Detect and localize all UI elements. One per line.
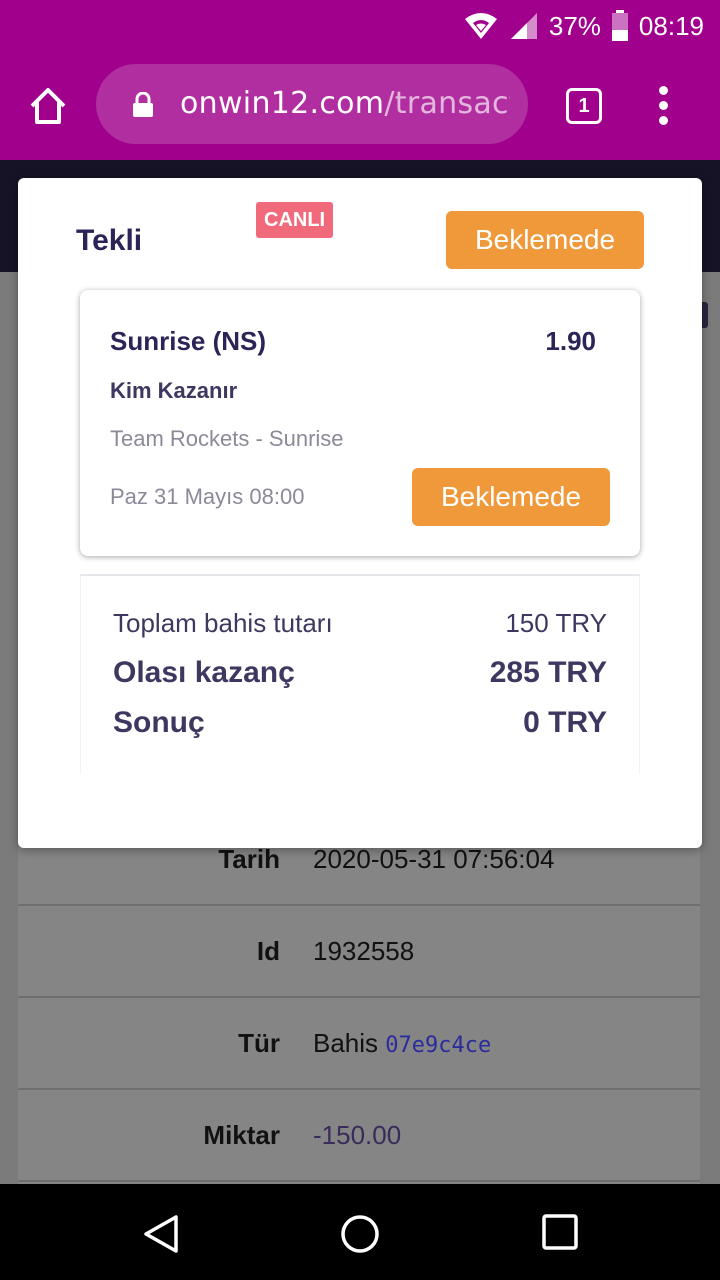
browser-toolbar: onwin12.com/transacti 1 (0, 52, 720, 160)
status-bar: 37% 08:19 (0, 0, 720, 52)
detail-label: Id (256, 936, 280, 966)
modal-title: Tekli (76, 224, 143, 257)
bet-match: Team Rockets - Sunrise (110, 426, 344, 451)
bet-summary: Toplam bahis tutarı 150 TRY Olası kazanç… (80, 574, 640, 774)
clock: 08:19 (638, 10, 704, 41)
potential-label: Olası kazanç (113, 656, 295, 689)
bet-hash-link[interactable]: 07e9c4ce (385, 1033, 491, 1058)
selection-status-button[interactable]: Beklemede (412, 468, 610, 526)
summary-row-result: Sonuç 0 TRY (113, 706, 607, 740)
detail-value: -150.00 (313, 1120, 402, 1150)
bet-selection-card: Sunrise (NS) 1.90 Kim Kazanır Team Rocke… (80, 290, 640, 556)
bet-status-button[interactable]: Beklemede (446, 211, 644, 269)
bet-detail-modal: Tekli CANLI Beklemede Sunrise (NS) 1.90 … (18, 178, 702, 848)
stake-label: Toplam bahis tutarı (113, 608, 333, 638)
bet-market: Kim Kazanır (110, 378, 238, 403)
battery-percent: 37% (548, 10, 601, 41)
detail-row-amount: Miktar -150.00 (18, 1090, 700, 1182)
more-vert-icon[interactable] (650, 86, 678, 126)
battery-icon (611, 10, 629, 42)
wifi-icon (463, 11, 499, 41)
bet-selection: Sunrise (NS) (110, 326, 267, 356)
lock-icon (132, 91, 154, 118)
url-text: onwin12.com/transacti (180, 86, 510, 121)
detail-row-type: Tür Bahis 07e9c4ce (18, 998, 700, 1090)
url-bar[interactable]: onwin12.com/transacti (96, 64, 528, 144)
detail-value: 2020-05-31 07:56:04 (313, 844, 555, 874)
bet-date: Paz 31 Mayıs 08:00 (110, 484, 305, 509)
bet-odds: 1.90 (545, 326, 596, 356)
nav-recents-icon[interactable] (542, 1214, 578, 1255)
stake-value: 150 TRY (505, 608, 607, 638)
nav-home-icon[interactable] (340, 1214, 380, 1259)
detail-type-text: Bahis (313, 1028, 379, 1058)
live-badge: CANLI (256, 202, 334, 238)
detail-label: Tarih (218, 844, 280, 874)
detail-label: Tür (238, 1028, 280, 1058)
result-value: 0 TRY (523, 706, 607, 739)
system-nav-bar (0, 1184, 720, 1280)
potential-value: 285 TRY (489, 656, 607, 689)
nav-back-icon[interactable] (142, 1214, 180, 1259)
detail-value: Bahis 07e9c4ce (313, 1028, 491, 1059)
detail-label: Miktar (203, 1120, 280, 1150)
result-label: Sonuç (113, 706, 205, 739)
summary-row-stake: Toplam bahis tutarı 150 TRY (113, 608, 607, 639)
detail-row-id: Id 1932558 (18, 906, 700, 998)
url-domain: onwin12.com (180, 86, 385, 121)
tabs-icon[interactable]: 1 (566, 88, 602, 124)
home-icon[interactable] (26, 84, 70, 128)
url-path: /transacti (384, 86, 510, 121)
summary-row-potential: Olası kazanç 285 TRY (113, 656, 607, 690)
detail-value: 1932558 (313, 936, 415, 966)
signal-icon (509, 11, 539, 41)
